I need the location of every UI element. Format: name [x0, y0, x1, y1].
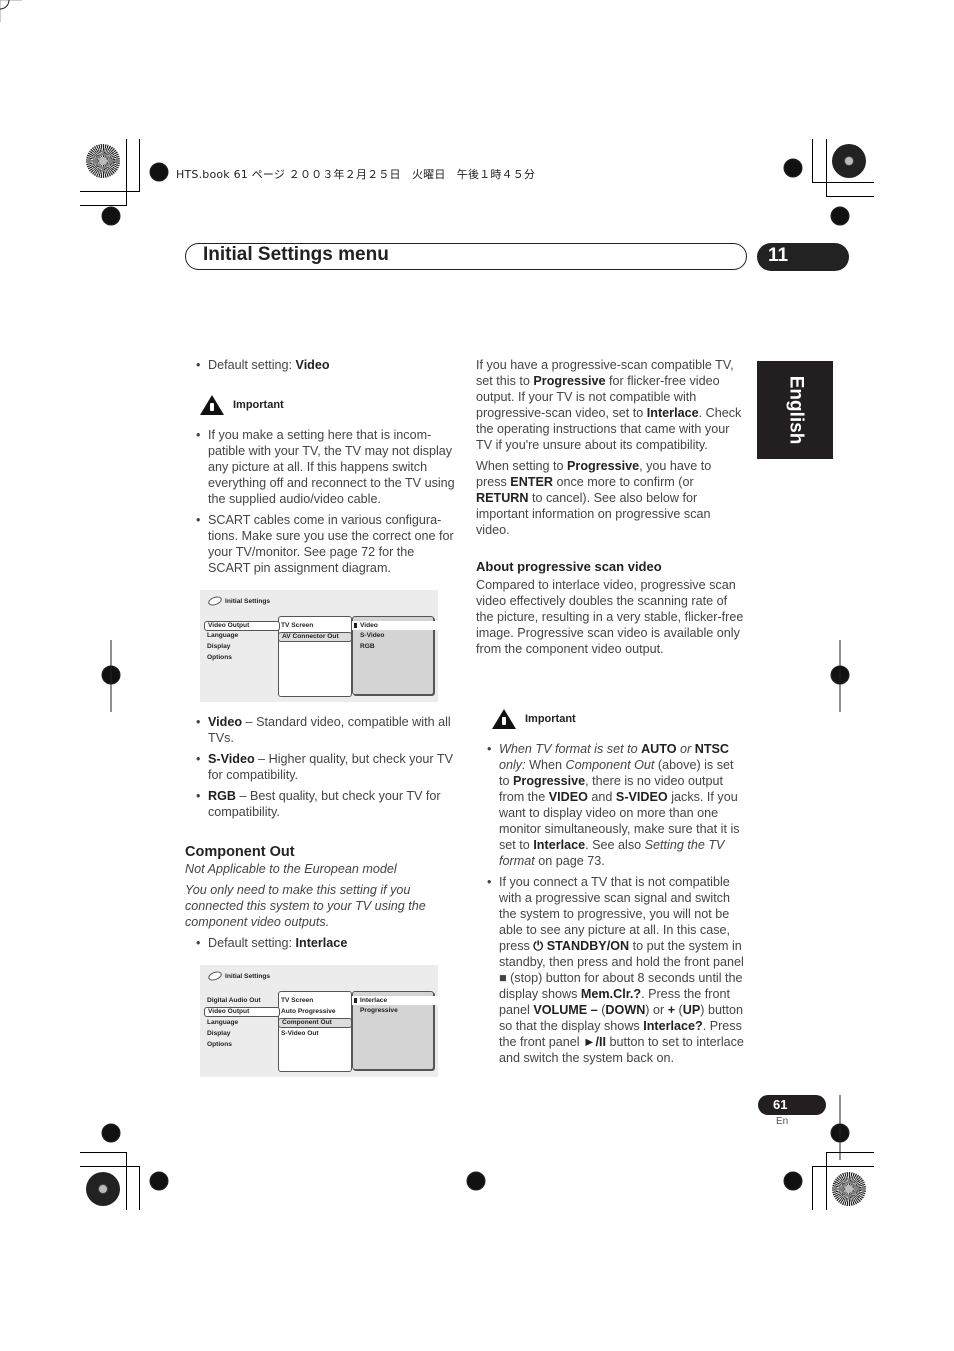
left-important-bullets: If you make a setting here that is incom…: [194, 427, 456, 576]
important-bullet: SCART cables come in various configura-t…: [194, 512, 456, 576]
page-language-code: En: [776, 1116, 789, 1127]
important-bullet: If you make a setting here that is incom…: [194, 427, 456, 507]
language-tab-label: English: [785, 375, 806, 445]
left-menu-item[interactable]: Language: [207, 632, 238, 639]
power-icon: ⏻: [533, 939, 544, 953]
left-menu-item-selected[interactable]: Video Output: [204, 621, 280, 631]
warning-hand-icon: [492, 709, 516, 729]
important-bullet-reset: If you connect a TV that is not compatib…: [485, 874, 745, 1066]
component-out-section: Component Out Not Applicable to the Euro…: [185, 843, 455, 951]
important-callout-right: Important: [491, 708, 576, 730]
left-menu-item[interactable]: Display: [207, 643, 230, 650]
video-option-bullets: Video – Standard video, compatible with …: [194, 714, 458, 820]
mid-menu-item-selected[interactable]: Component Out: [278, 1018, 352, 1028]
screen-title: Initial Settings: [207, 969, 270, 983]
disc-icon: [207, 969, 223, 983]
right-menu-item-selected[interactable]: Video: [352, 621, 440, 630]
page-number-badge: [758, 1095, 826, 1115]
left-default-setting: Default setting: Video: [194, 357, 464, 373]
right-column-intro: If you have a progressive-scan compatibl…: [476, 357, 744, 657]
progressive-paragraph: If you have a progressive-scan compatibl…: [476, 358, 742, 452]
disc-icon: [207, 594, 223, 608]
crosshair-marks: [0, 0, 863, 1204]
important-callout-left: Important: [199, 394, 284, 416]
mid-menu-item[interactable]: Auto Progressive: [281, 1008, 336, 1015]
important-label: Important: [525, 713, 576, 725]
component-out-note: Not Applicable to the European model: [185, 862, 397, 876]
play-pause-icon: ►/II: [583, 1035, 606, 1049]
enter-confirm-paragraph: When setting to Progressive, you have to…: [476, 459, 712, 537]
chapter-title: Initial Settings menu: [203, 244, 389, 265]
mid-menu-item[interactable]: TV Screen: [281, 622, 313, 629]
mid-menu-item[interactable]: TV Screen: [281, 997, 313, 1004]
right-menu-item[interactable]: RGB: [360, 643, 375, 650]
left-menu-item[interactable]: Language: [207, 1019, 238, 1026]
about-progressive-heading: About progressive scan video: [476, 559, 662, 574]
language-tab-label-wrap: English: [757, 361, 833, 459]
option-bullet-rgb: RGB – Best quality, but check your TV fo…: [194, 788, 458, 820]
right-menu-item[interactable]: S-Video: [360, 632, 384, 639]
mid-menu-item[interactable]: S-Video Out: [281, 1030, 319, 1037]
about-progressive-text: Compared to interlace video, progressive…: [476, 578, 744, 656]
option-bullet-svideo: S-Video – Higher quality, but check your…: [194, 751, 458, 783]
warning-hand-icon: [200, 395, 224, 415]
component-out-default: Default setting: Interlace: [194, 935, 455, 951]
important-bullet-tv-format: When TV format is set to AUTO or NTSC on…: [485, 741, 745, 869]
option-bullet-video: Video – Standard video, compatible with …: [194, 714, 458, 746]
initial-settings-screen-video-output: Initial Settings Video Output Language D…: [200, 590, 440, 702]
component-out-heading: Component Out: [185, 844, 295, 860]
right-menu-item[interactable]: Progressive: [360, 1007, 398, 1014]
left-menu-item-selected[interactable]: Video Output: [204, 1007, 280, 1017]
left-menu-item[interactable]: Options: [207, 1041, 232, 1048]
stop-icon: ■: [499, 971, 507, 985]
print-header-meta: HTS.book 61 ページ ２００３年２月２５日 火曜日 午後１時４５分: [176, 168, 536, 181]
important-label: Important: [233, 399, 284, 411]
left-menu-item[interactable]: Digital Audio Out: [207, 997, 261, 1004]
right-important-bullets: When TV format is set to AUTO or NTSC on…: [485, 741, 745, 1066]
left-menu-item[interactable]: Display: [207, 1030, 230, 1037]
right-menu-item-selected[interactable]: Interlace: [352, 996, 440, 1005]
initial-settings-screen-component-out: Initial Settings Digital Audio Out Video…: [200, 965, 440, 1077]
screen-title: Initial Settings: [207, 594, 270, 608]
left-menu-item[interactable]: Options: [207, 654, 232, 661]
chapter-number: 11: [768, 245, 789, 266]
component-out-note: You only need to make this setting if yo…: [185, 883, 426, 929]
page-number: 61: [773, 1097, 788, 1112]
mid-menu-item-selected[interactable]: AV Connector Out: [278, 632, 352, 642]
